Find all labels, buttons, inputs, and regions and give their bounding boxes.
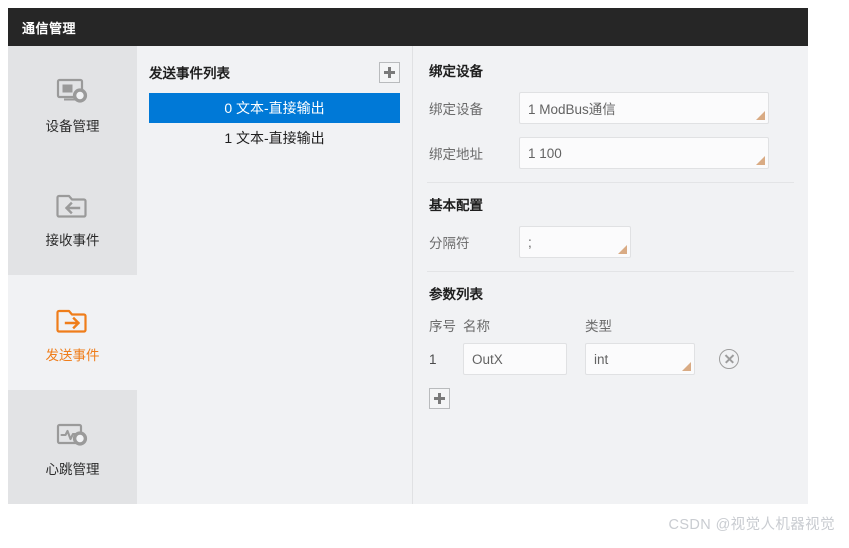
bind-device-label: 绑定设备 <box>429 102 483 117</box>
list-item[interactable]: 0 文本-直接输出 <box>149 93 400 123</box>
separator-field: 分隔符 ; <box>413 226 808 258</box>
sidebar-item-heartbeat-management[interactable]: 心跳管理 <box>8 389 137 504</box>
param-type-cell: int <box>585 343 705 375</box>
bind-device-select[interactable]: 1 ModBus通信 <box>519 92 769 124</box>
add-send-event-button[interactable] <box>379 61 400 83</box>
sidebar: 设备管理 接收事件 发送事件 心跳管理 <box>8 46 137 504</box>
sidebar-item-label: 发送事件 <box>45 347 100 363</box>
section-divider <box>427 182 794 183</box>
bind-address-select[interactable]: 1 100 <box>519 137 769 169</box>
param-index: 1 <box>429 351 437 367</box>
bind-address-value: 1 100 <box>528 145 562 161</box>
bind-device-value: 1 ModBus通信 <box>528 102 616 117</box>
separator-label: 分隔符 <box>429 236 470 251</box>
table-row: 1 OutX int <box>413 343 808 375</box>
param-list-section-title: 参数列表 <box>429 287 483 302</box>
basic-config-section: 基本配置 <box>413 194 808 214</box>
detail-panel: 绑定设备 绑定设备 1 ModBus通信 绑定地址 1 100 基本配置 分隔符… <box>413 46 808 504</box>
bind-device-section: 绑定设备 <box>413 60 808 80</box>
param-name-input[interactable]: OutX <box>463 343 567 375</box>
param-name-value: OutX <box>472 351 503 367</box>
window-title-bar: 通信管理 <box>8 8 808 46</box>
section-divider <box>427 271 794 272</box>
param-table-header: 序号 名称 类型 <box>413 315 808 335</box>
param-name-cell: OutX <box>463 343 585 375</box>
app-body: 设备管理 接收事件 发送事件 心跳管理 发送事件列表 0 文本-直接输出 1 文… <box>8 46 808 504</box>
folder-in-arrow-icon <box>53 188 93 224</box>
separator-value: ; <box>528 234 532 250</box>
sidebar-item-receive-event[interactable]: 接收事件 <box>8 160 137 275</box>
window-title: 通信管理 <box>22 20 77 36</box>
bind-device-section-title: 绑定设备 <box>429 64 483 79</box>
send-event-list-header: 发送事件列表 <box>149 60 400 84</box>
param-col-index-header: 序号 <box>429 319 456 334</box>
bind-address-label: 绑定地址 <box>429 147 483 162</box>
sidebar-item-label: 心跳管理 <box>45 462 100 477</box>
param-list-section: 参数列表 <box>413 283 808 303</box>
sidebar-item-label: 设备管理 <box>45 118 100 134</box>
monitor-gear-icon <box>53 74 93 110</box>
param-type-value: int <box>594 351 609 367</box>
sidebar-item-send-event[interactable]: 发送事件 <box>8 275 137 390</box>
param-type-select[interactable]: int <box>585 343 695 375</box>
add-param-button[interactable] <box>429 388 450 409</box>
param-add-row <box>413 388 808 409</box>
send-event-list-panel: 发送事件列表 0 文本-直接输出 1 文本-直接输出 <box>137 46 413 504</box>
sidebar-item-device-management[interactable]: 设备管理 <box>8 46 137 161</box>
plus-icon <box>434 393 445 404</box>
heartbeat-gear-icon <box>53 417 93 453</box>
plus-icon <box>384 66 395 78</box>
sidebar-item-label: 接收事件 <box>45 233 100 248</box>
watermark: CSDN @视觉人机器视觉 <box>668 517 835 533</box>
param-col-type-header: 类型 <box>585 319 612 334</box>
circle-x-icon[interactable] <box>719 349 739 369</box>
folder-out-arrow-icon <box>53 303 93 339</box>
bind-address-field: 绑定地址 1 100 <box>413 137 808 169</box>
send-event-list-title: 发送事件列表 <box>149 66 230 81</box>
param-col-name-header: 名称 <box>463 319 490 334</box>
separator-select[interactable]: ; <box>519 226 631 258</box>
list-item[interactable]: 1 文本-直接输出 <box>149 123 400 153</box>
basic-config-section-title: 基本配置 <box>429 198 483 213</box>
bind-device-field: 绑定设备 1 ModBus通信 <box>413 92 808 124</box>
